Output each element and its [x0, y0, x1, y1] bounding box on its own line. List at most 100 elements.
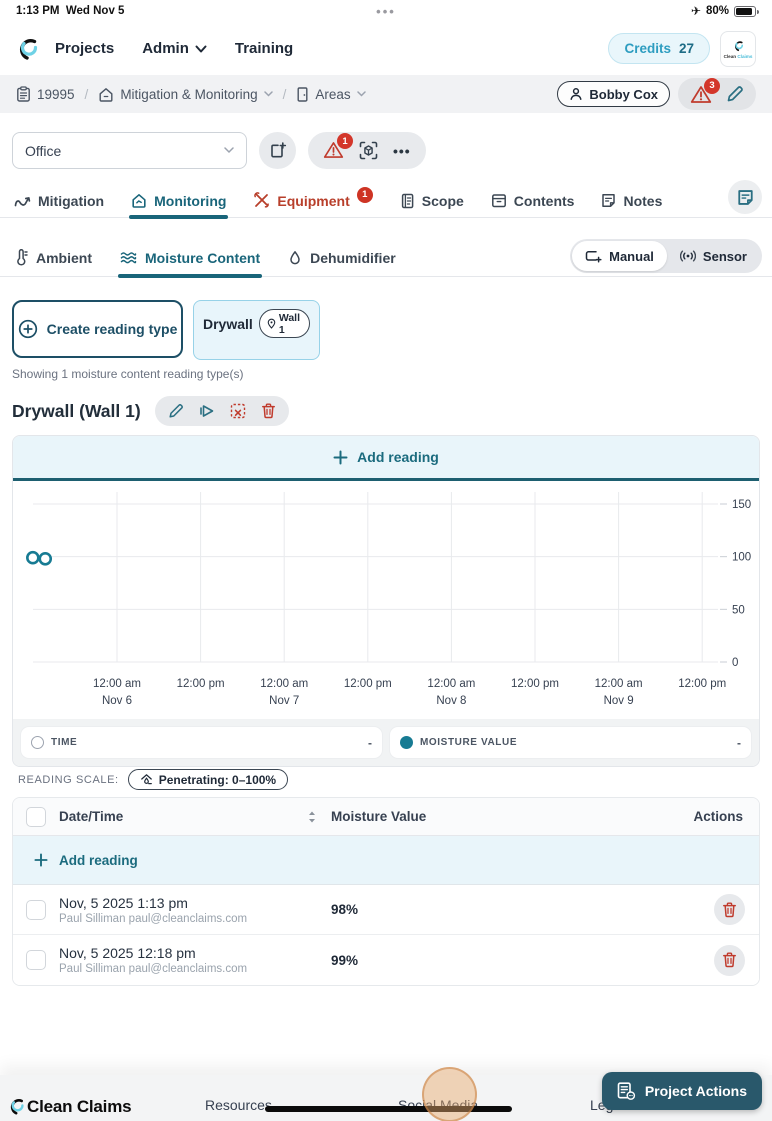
- svg-text:Nov 7: Nov 7: [269, 695, 299, 707]
- tab-notes[interactable]: Notes: [601, 184, 662, 218]
- tab-scope[interactable]: Scope: [400, 184, 464, 218]
- wall-badge: Wall 1: [258, 309, 310, 338]
- footer-link-resources[interactable]: Resources: [205, 1097, 272, 1113]
- tab-mitigation[interactable]: Mitigation: [14, 184, 104, 218]
- map-pin-icon: [267, 318, 276, 329]
- reading-author: Paul Silliman paul@cleanclaims.com: [59, 912, 248, 925]
- area-warning-button[interactable]: 1: [323, 133, 353, 159]
- breadcrumb-project[interactable]: 19995: [16, 86, 75, 102]
- svg-text:Nov 6: Nov 6: [102, 695, 132, 707]
- row-checkbox[interactable]: [26, 899, 46, 920]
- breadcrumb-mitigation-monitoring[interactable]: Mitigation & Monitoring: [98, 87, 273, 102]
- delete-reading-type-button[interactable]: [261, 403, 276, 419]
- trash-icon: [261, 403, 275, 419]
- svg-text:12:00 pm: 12:00 pm: [177, 678, 225, 690]
- sort-icon[interactable]: [307, 810, 317, 824]
- battery-percent: 80%: [705, 5, 729, 17]
- add-area-button[interactable]: [259, 132, 296, 169]
- project-warning-button[interactable]: 3: [690, 77, 720, 104]
- note-icon: [737, 189, 753, 205]
- col-moisture-value: Moisture Value: [331, 809, 427, 824]
- edit-project-button[interactable]: [726, 85, 744, 103]
- project-actions-button[interactable]: Project Actions: [601, 1072, 762, 1110]
- edit-reading-type-button[interactable]: [168, 403, 184, 419]
- scan-3d-button[interactable]: [359, 141, 378, 160]
- main-tab-bar: Mitigation Monitoring Equipment 1 Scope …: [0, 180, 772, 219]
- credits-pill[interactable]: Credits 27: [608, 33, 710, 64]
- chevron-down-icon: [195, 45, 207, 52]
- door-plus-icon: [270, 141, 286, 157]
- battery-icon: [734, 5, 759, 17]
- project-alert-pill: 3: [678, 77, 756, 110]
- legend-time-toggle[interactable]: TIME -: [21, 727, 382, 758]
- table-add-reading-row[interactable]: Add reading: [13, 836, 759, 885]
- clear-selection-button[interactable]: [230, 403, 246, 419]
- company-logo-box[interactable]: Clean Claims: [720, 30, 756, 67]
- table-header-row: Date/Time Moisture Value Actions: [13, 798, 759, 836]
- tab-monitoring[interactable]: Monitoring: [129, 184, 229, 219]
- section-title: Drywall (Wall 1): [12, 400, 141, 421]
- subtab-dehumidifier[interactable]: Dehumidifier: [288, 239, 396, 277]
- reading-author: Paul Silliman paul@cleanclaims.com: [59, 963, 248, 975]
- trash-icon: [723, 952, 736, 968]
- dashed-box-x-icon: [230, 403, 245, 419]
- plus-icon: [34, 853, 48, 867]
- home-indicator: [265, 1106, 512, 1112]
- col-actions: Actions: [693, 809, 743, 824]
- svg-text:Nov 9: Nov 9: [604, 695, 634, 707]
- svg-text:12:00 am: 12:00 am: [260, 678, 308, 690]
- moisture-chart[interactable]: 0 50 100 150 12:00 am Nov 6 12:00 pm 12:00 am No…: [13, 481, 759, 719]
- table-row: Nov, 5 2025 12:18 pm Paul Silliman paul@…: [13, 935, 759, 985]
- more-options-button[interactable]: •••: [393, 143, 411, 159]
- chart-legend: TIME - MOISTURE VALUE -: [13, 719, 759, 766]
- svg-text:0: 0: [732, 657, 738, 669]
- select-all-checkbox[interactable]: [26, 806, 46, 827]
- sensor-mode-button[interactable]: Sensor: [667, 241, 760, 271]
- manual-mode-button[interactable]: Manual: [572, 241, 667, 271]
- row-checkbox[interactable]: [26, 950, 46, 970]
- chevron-down-icon: [263, 91, 273, 97]
- droplet-icon: [290, 250, 300, 264]
- nav-projects[interactable]: Projects: [55, 40, 114, 57]
- assigned-user-pill[interactable]: Bobby Cox: [557, 81, 670, 107]
- send-triangle-icon: [199, 405, 213, 417]
- subtab-moisture-content[interactable]: Moisture Content: [117, 239, 263, 278]
- reading-scale-badge[interactable]: Penetrating: 0–100%: [127, 769, 289, 790]
- create-reading-type-button[interactable]: Create reading type: [12, 300, 183, 358]
- status-bar: 1:13 PM Wed Nov 5 ••• ✈ 80%: [0, 0, 772, 22]
- tab-contents[interactable]: Contents: [491, 184, 574, 218]
- equipment-badge: 1: [356, 186, 373, 203]
- add-reading-banner-button[interactable]: Add reading: [13, 436, 759, 481]
- subtab-ambient[interactable]: Ambient: [14, 239, 92, 277]
- clean-claims-logo-icon[interactable]: [16, 34, 39, 64]
- footer-brand: Clean Claims: [8, 1095, 132, 1118]
- reading-type-summary: Showing 1 moisture content reading type(…: [12, 367, 244, 381]
- chart-canvas: 0 50 100 150 12:00 am Nov 6 12:00 pm 12:00 am No…: [26, 492, 751, 707]
- status-time: 1:13 PM: [16, 5, 60, 17]
- home-icon: [99, 87, 113, 102]
- nav-training[interactable]: Training: [235, 40, 293, 57]
- penetrating-meter-icon: [140, 774, 152, 785]
- clean-claims-logo-icon: [10, 1099, 24, 1115]
- scope-notebook-icon: [401, 193, 414, 208]
- area-toolbar: Office 1 •••: [12, 132, 760, 169]
- svg-text:12:00 am: 12:00 am: [595, 678, 643, 690]
- tab-equipment[interactable]: Equipment 1: [253, 184, 373, 218]
- svg-text:12:00 pm: 12:00 pm: [678, 678, 726, 690]
- plus-circle-icon: [18, 319, 37, 339]
- delete-reading-button[interactable]: [714, 944, 745, 976]
- pencil-icon: [727, 86, 743, 102]
- submit-readings-button[interactable]: [199, 403, 215, 419]
- reading-value: 99%: [331, 952, 359, 968]
- reading-type-card-drywall[interactable]: Drywall Wall 1: [193, 300, 320, 360]
- airplane-mode-icon: ✈: [690, 4, 701, 18]
- nav-admin[interactable]: Admin: [142, 40, 207, 57]
- table-row: Nov, 5 2025 1:13 pm Paul Silliman paul@c…: [13, 885, 759, 935]
- breadcrumb-areas[interactable]: Areas: [296, 87, 366, 102]
- monitoring-subtab-bar: Ambient Moisture Content Dehumidifier Ma…: [0, 239, 772, 278]
- notes-panel-button[interactable]: [728, 180, 762, 214]
- manual-entry-icon: [585, 250, 602, 263]
- delete-reading-button[interactable]: [714, 894, 745, 925]
- legend-moisture-toggle[interactable]: MOISTURE VALUE -: [390, 727, 751, 758]
- area-select[interactable]: Office: [12, 132, 247, 169]
